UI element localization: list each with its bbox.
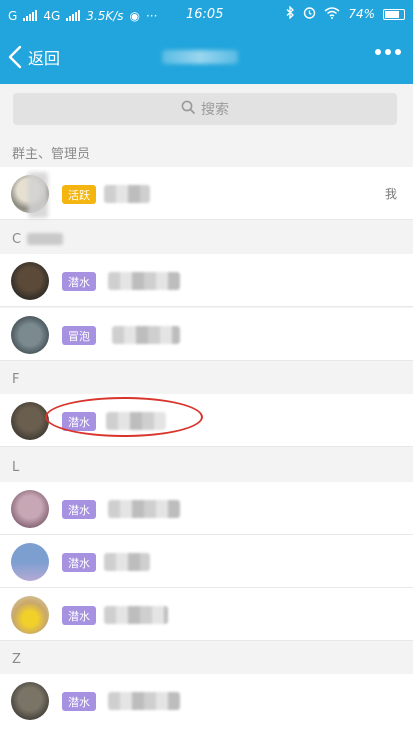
back-button[interactable]: 返回 — [8, 41, 60, 73]
member-row[interactable]: 潜水 — [0, 535, 413, 588]
battery-percent: 74% — [348, 7, 375, 21]
status-time: 16:05 — [186, 7, 224, 22]
search-bar: 搜索 — [0, 84, 413, 134]
section-header-c: C — [0, 224, 413, 254]
weibo-icon: ◉ — [129, 8, 140, 23]
avatar-redaction — [28, 172, 48, 218]
section-label: C — [12, 231, 22, 247]
network-type-label: 4G — [43, 8, 61, 23]
member-level-badge: 潜水 — [62, 606, 96, 625]
member-name-redacted — [104, 185, 150, 203]
member-level-badge: 潜水 — [62, 553, 96, 572]
member-row[interactable]: 活跃 我 — [0, 167, 413, 220]
member-level-badge: 潜水 — [62, 272, 96, 291]
member-row[interactable]: 潜水 — [0, 482, 413, 535]
group-title-redacted — [162, 50, 238, 64]
battery-icon — [383, 8, 405, 20]
member-level-badge: 活跃 — [62, 185, 96, 204]
section-label-redacted — [27, 233, 64, 245]
more-options-icon[interactable] — [375, 49, 401, 55]
network-speed: 3.5K/s — [86, 8, 124, 23]
section-label: F — [12, 371, 20, 387]
avatar — [11, 490, 49, 528]
avatar — [11, 402, 49, 440]
member-row[interactable]: 潜水 — [0, 588, 413, 641]
carrier-label: G — [8, 8, 18, 23]
section-label: Z — [12, 651, 21, 667]
alarm-icon — [303, 6, 316, 22]
member-name-redacted — [104, 553, 150, 571]
wifi-icon — [324, 6, 340, 22]
member-row[interactable]: 潜水 — [0, 254, 413, 307]
member-level-badge: 潜水 — [62, 500, 96, 519]
section-label: 群主、管理员 — [12, 146, 91, 162]
avatar — [11, 682, 49, 720]
signal-icon — [23, 10, 38, 21]
status-bar: G 4G 3.5K/s ◉ ··· 16:05 74% — [0, 0, 413, 31]
avatar — [11, 262, 49, 300]
member-name-redacted — [108, 692, 180, 710]
back-chevron-icon — [8, 45, 22, 69]
member-row[interactable]: 冒泡 — [0, 308, 413, 361]
me-tag: 我 — [384, 187, 397, 201]
bluetooth-icon — [286, 5, 295, 22]
member-level-badge: 冒泡 — [62, 326, 96, 345]
avatar — [11, 596, 49, 634]
member-row[interactable]: 潜水 — [0, 674, 413, 733]
section-header-z: Z — [0, 644, 413, 674]
back-label: 返回 — [28, 49, 61, 68]
member-name-redacted — [108, 272, 180, 290]
search-icon — [181, 100, 195, 118]
avatar — [11, 316, 49, 354]
red-highlight-circle — [45, 397, 203, 437]
signal-icon-2 — [66, 10, 81, 21]
title-bar: 返回 — [0, 31, 413, 84]
member-name-redacted — [112, 326, 180, 344]
status-right: 74% — [286, 5, 405, 22]
avatar — [11, 543, 49, 581]
section-header-f: F — [0, 364, 413, 394]
status-more: ··· — [145, 8, 158, 23]
member-name-redacted — [104, 606, 168, 624]
member-name-redacted — [108, 500, 180, 518]
section-header-admins: 群主、管理员 — [0, 137, 413, 167]
member-level-badge: 潜水 — [62, 692, 96, 711]
section-header-l: L — [0, 452, 413, 482]
status-left: G 4G 3.5K/s ◉ ··· — [8, 9, 157, 23]
search-placeholder: 搜索 — [201, 102, 229, 118]
section-label: L — [12, 459, 20, 475]
search-input[interactable]: 搜索 — [13, 93, 397, 125]
